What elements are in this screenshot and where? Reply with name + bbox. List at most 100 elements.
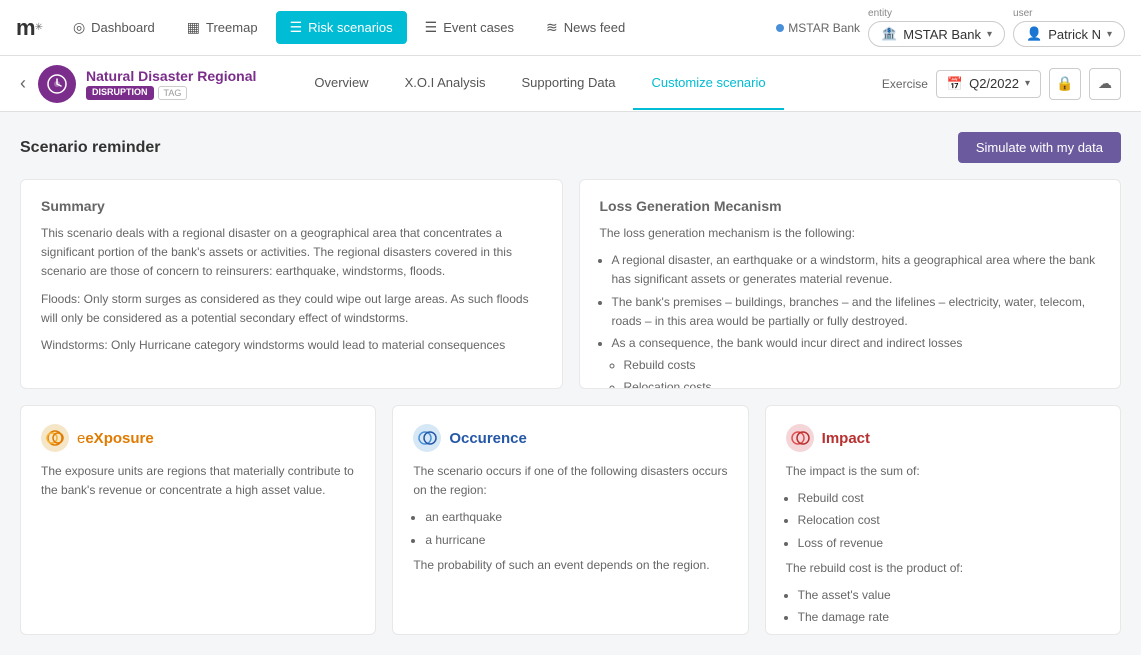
exercise-value: Q2/2022 [969,76,1019,91]
exposure-text: The exposure units are regions that mate… [41,462,355,500]
summary-text: This scenario deals with a regional disa… [41,224,542,355]
impact-title: Impact [822,430,870,447]
nav-event-cases[interactable]: ☰ Event cases [411,11,528,44]
occurrence-text: The scenario occurs if one of the follow… [413,462,727,575]
entity-name: MSTAR Bank [903,27,981,42]
occurrence-icon [413,424,441,452]
exposure-title: eeXposure [77,430,154,447]
impact-text: The impact is the sum of: Rebuild cost R… [786,462,1100,635]
main-content: Scenario reminder Simulate with my data … [0,112,1141,655]
occurrence-bullet-1: an earthquake [425,508,727,527]
nav-news-feed[interactable]: ≋ News feed [532,11,639,44]
user-select[interactable]: 👤 Patrick N ▾ [1013,21,1125,47]
nav-dashboard-label: Dashboard [91,20,155,35]
nav-dashboard[interactable]: ◎ Dashboard [59,11,169,44]
entity-chevron: ▾ [987,29,992,40]
entity-select[interactable]: 🏦 MSTAR Bank ▾ [868,21,1005,47]
simulate-button[interactable]: Simulate with my data [958,132,1121,163]
scenario-info: Natural Disaster Regional DISRUPTION TAG [86,68,256,100]
impact-b1-2: Relocation cost [798,511,1100,530]
lock-icon: 🔒 [1056,75,1073,92]
exposure-card: eeXposure The exposure units are regions… [20,405,376,635]
tab-supporting[interactable]: Supporting Data [504,57,634,110]
loss-gen-sub-bullets: Rebuild costs Relocation costs [624,356,1101,389]
impact-title-row: Impact [786,424,1100,452]
loss-generation-text: The loss generation mechanism is the fol… [600,224,1101,389]
news-feed-icon: ≋ [546,19,558,36]
occurrence-title: Occurence [449,430,527,447]
nav-event-cases-label: Event cases [443,20,514,35]
occurrence-title-row: Occurence [413,424,727,452]
logo-text: m [16,15,35,41]
exposure-title-row: eeXposure [41,424,355,452]
loss-generation-title: Loss Generation Mecanism [600,198,1101,214]
occurrence-bullets: an earthquake a hurricane [425,508,727,549]
impact-b1-3: Loss of revenue [798,534,1100,553]
user-icon: 👤 [1026,26,1042,42]
occurrence-outro: The probability of such an event depends… [413,556,727,575]
impact-icon [786,424,814,452]
event-cases-icon: ☰ [425,19,438,36]
lock-button[interactable]: 🔒 [1049,68,1081,100]
nav-right: MSTAR Bank entity 🏦 MSTAR Bank ▾ user 👤 … [776,8,1125,47]
mstar-badge: MSTAR Bank [776,21,860,35]
nav-risk-scenarios-label: Risk scenarios [308,20,393,35]
scenario-title: Natural Disaster Regional [86,68,256,84]
cards-bottom-row: eeXposure The exposure units are regions… [20,405,1121,635]
exercise-group: Exercise 📅 Q2/2022 ▾ 🔒 ☁ [882,68,1121,100]
entity-user-group: entity 🏦 MSTAR Bank ▾ user 👤 Patrick N ▾ [868,8,1125,47]
impact-b2-1: The asset's value [798,586,1100,605]
cloud-icon: ☁ [1098,75,1112,92]
secondary-navigation: ‹ Natural Disaster Regional DISRUPTION T… [0,56,1141,112]
user-name: Patrick N [1048,27,1101,42]
nav-treemap-label: Treemap [206,20,258,35]
logo-star: ✳ [35,22,43,33]
cloud-button[interactable]: ☁ [1089,68,1121,100]
scenario-tags: DISRUPTION TAG [86,86,256,100]
nav-news-feed-label: News feed [564,20,625,35]
scenario-tabs: Overview X.O.I Analysis Supporting Data … [296,57,783,110]
summary-title: Summary [41,198,542,214]
occurrence-bullet-2: a hurricane [425,531,727,550]
cards-top-row: Summary This scenario deals with a regio… [20,179,1121,389]
top-navigation: m✳ ◎ Dashboard ▦ Treemap ☰ Risk scenario… [0,0,1141,56]
tab-overview[interactable]: Overview [296,57,386,110]
exposure-desc: The exposure units are regions that mate… [41,462,355,500]
exercise-label: Exercise [882,77,928,91]
loss-bullet-5: Relocation costs [624,378,1101,389]
occurrence-card: Occurence The scenario occurs if one of … [392,405,748,635]
user-label: user [1013,8,1125,19]
impact-b2-2: The damage rate [798,608,1100,627]
tag-label: TAG [158,86,188,100]
impact-mid: The rebuild cost is the product of: [786,559,1100,578]
exercise-chevron: ▾ [1025,78,1030,89]
nav-treemap[interactable]: ▦ Treemap [173,11,272,44]
mstar-badge-text: MSTAR Bank [788,21,860,35]
impact-bullets2: The asset's value The damage rate [798,586,1100,627]
impact-card: Impact The impact is the sum of: Rebuild… [765,405,1121,635]
back-button[interactable]: ‹ [20,73,38,94]
loss-bullet-2: The bank's premises – buildings, branche… [612,293,1101,331]
tab-customize[interactable]: Customize scenario [633,57,783,110]
loss-gen-intro: The loss generation mechanism is the fol… [600,224,1101,243]
impact-intro: The impact is the sum of: [786,462,1100,481]
nav-risk-scenarios[interactable]: ☰ Risk scenarios [276,11,407,44]
section-header: Scenario reminder Simulate with my data [20,132,1121,163]
mstar-dot [776,24,784,32]
loss-gen-bullets: A regional disaster, an earthquake or a … [612,251,1101,389]
tag-disruption: DISRUPTION [86,86,154,100]
summary-card: Summary This scenario deals with a regio… [20,179,563,389]
app-logo[interactable]: m✳ [16,15,43,41]
scenario-icon [38,65,76,103]
summary-p2: Floods: Only storm surges as considered … [41,290,542,328]
exercise-select[interactable]: 📅 Q2/2022 ▾ [936,70,1041,98]
impact-bullets1: Rebuild cost Relocation cost Loss of rev… [798,489,1100,553]
occurrence-intro: The scenario occurs if one of the follow… [413,462,727,500]
summary-p3: Windstorms: Only Hurricane category wind… [41,336,542,355]
risk-scenarios-icon: ☰ [290,19,303,36]
loss-bullet-3: As a consequence, the bank would incur d… [612,334,1101,353]
tab-xoi[interactable]: X.O.I Analysis [387,57,504,110]
loss-bullet-4: Rebuild costs [624,356,1101,375]
exposure-icon [41,424,69,452]
treemap-icon: ▦ [187,19,200,36]
